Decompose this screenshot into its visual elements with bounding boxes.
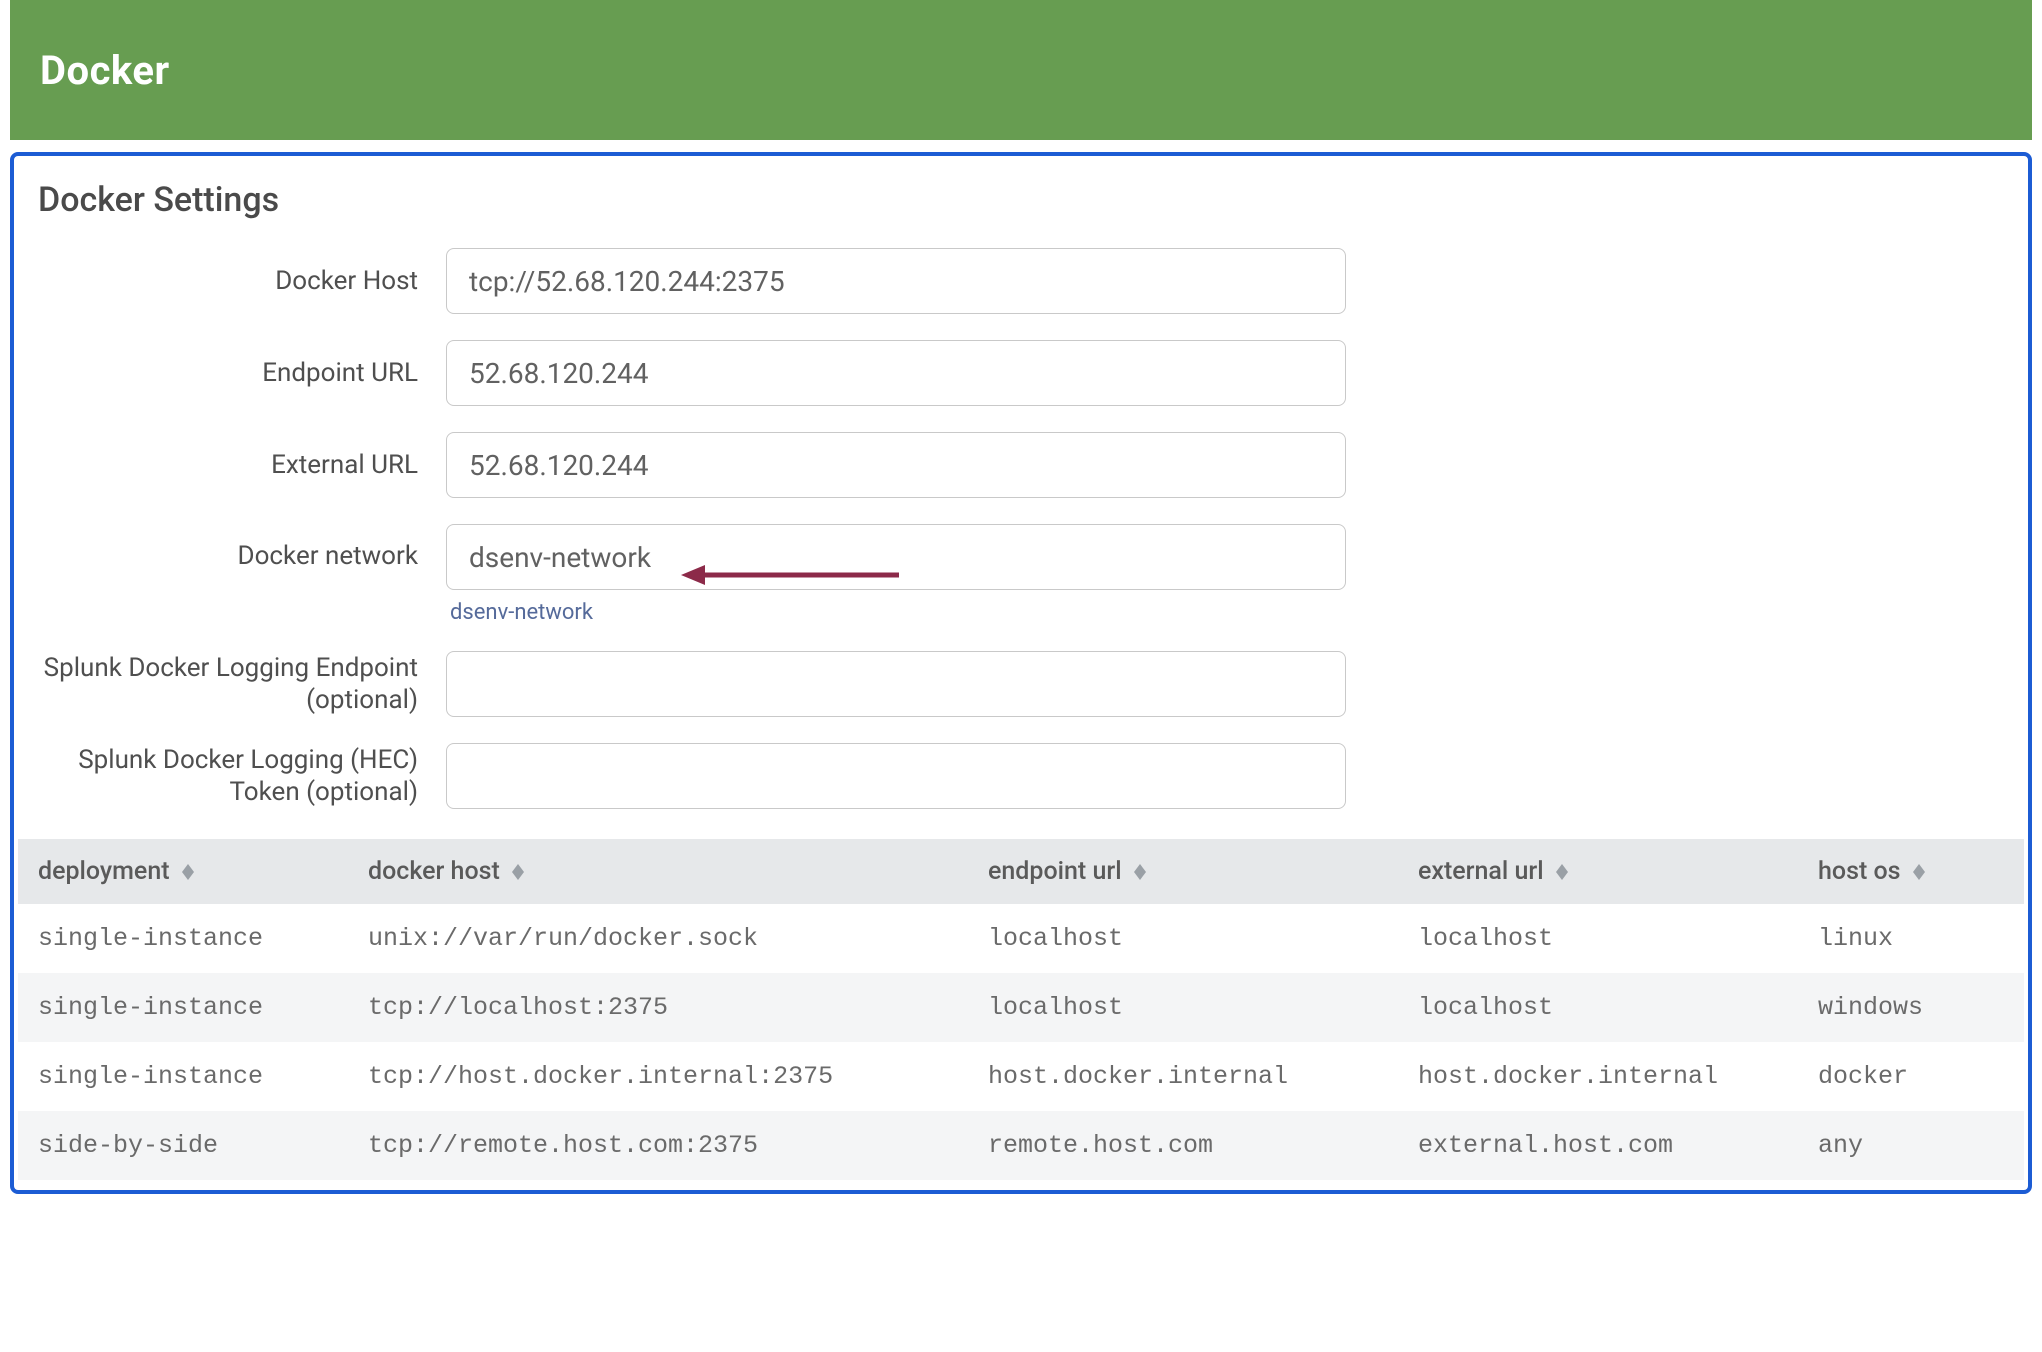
cell-deployment: single-instance <box>18 904 348 973</box>
col-header-deployment[interactable]: deployment <box>18 839 348 904</box>
table-row[interactable]: single-instance tcp://localhost:2375 loc… <box>18 973 2024 1042</box>
external-url-input[interactable] <box>446 432 1346 498</box>
table-row[interactable]: side-by-side tcp://remote.host.com:2375 … <box>18 1111 2024 1180</box>
cell-host-os: any <box>1798 1111 2024 1180</box>
field-label: Docker Host <box>38 265 446 298</box>
page-header: Docker <box>10 0 2032 140</box>
field-splunk-endpoint-row: Splunk Docker Logging Endpoint (optional… <box>38 651 2024 717</box>
field-docker-host-row: Docker Host <box>38 248 2024 314</box>
col-header-label: host os <box>1818 857 1901 886</box>
field-docker-network-row: Docker network dsenv-network <box>38 524 2024 625</box>
cell-external: host.docker.internal <box>1398 1042 1798 1111</box>
field-label: Splunk Docker Logging (HEC) Token (optio… <box>38 744 446 809</box>
cell-docker-host: tcp://host.docker.internal:2375 <box>348 1042 968 1111</box>
col-header-label: endpoint url <box>988 857 1122 886</box>
deployments-table: deployment docker host <box>18 839 2024 1180</box>
cell-docker-host: tcp://localhost:2375 <box>348 973 968 1042</box>
col-header-endpoint[interactable]: endpoint url <box>968 839 1398 904</box>
cell-external: localhost <box>1398 904 1798 973</box>
field-endpoint-url-row: Endpoint URL <box>38 340 2024 406</box>
cell-endpoint: host.docker.internal <box>968 1042 1398 1111</box>
col-header-docker-host[interactable]: docker host <box>348 839 968 904</box>
sort-icon <box>1913 864 1925 880</box>
col-header-label: deployment <box>38 857 170 886</box>
cell-deployment: single-instance <box>18 973 348 1042</box>
endpoint-url-input[interactable] <box>446 340 1346 406</box>
field-label: Endpoint URL <box>38 357 446 390</box>
col-header-host-os[interactable]: host os <box>1798 839 2024 904</box>
cell-deployment: side-by-side <box>18 1111 348 1180</box>
sort-icon <box>182 864 194 880</box>
table-row[interactable]: single-instance tcp://host.docker.intern… <box>18 1042 2024 1111</box>
table-row[interactable]: single-instance unix://var/run/docker.so… <box>18 904 2024 973</box>
docker-settings-form: Docker Host Endpoint URL External URL Do… <box>38 248 2024 809</box>
cell-endpoint: remote.host.com <box>968 1111 1398 1180</box>
field-splunk-token-row: Splunk Docker Logging (HEC) Token (optio… <box>38 743 2024 809</box>
cell-host-os: docker <box>1798 1042 2024 1111</box>
cell-endpoint: localhost <box>968 973 1398 1042</box>
cell-host-os: linux <box>1798 904 2024 973</box>
cell-docker-host: tcp://remote.host.com:2375 <box>348 1111 968 1180</box>
splunk-endpoint-input[interactable] <box>446 651 1346 717</box>
docker-settings-panel: Docker Settings Docker Host Endpoint URL… <box>10 152 2032 1194</box>
table-header-row: deployment docker host <box>18 839 2024 904</box>
cell-deployment: single-instance <box>18 1042 348 1111</box>
sort-icon <box>512 864 524 880</box>
col-header-external[interactable]: external url <box>1398 839 1798 904</box>
field-label: Splunk Docker Logging Endpoint (optional… <box>38 652 446 717</box>
page-title: Docker <box>40 47 170 94</box>
sort-icon <box>1556 864 1568 880</box>
cell-docker-host: unix://var/run/docker.sock <box>348 904 968 973</box>
panel-title: Docker Settings <box>38 180 2024 220</box>
col-header-label: external url <box>1418 857 1544 886</box>
docker-network-input[interactable] <box>446 524 1346 590</box>
docker-host-input[interactable] <box>446 248 1346 314</box>
docker-network-hint[interactable]: dsenv-network <box>450 600 1346 625</box>
cell-endpoint: localhost <box>968 904 1398 973</box>
splunk-token-input[interactable] <box>446 743 1346 809</box>
col-header-label: docker host <box>368 857 500 886</box>
field-external-url-row: External URL <box>38 432 2024 498</box>
sort-icon <box>1134 864 1146 880</box>
cell-external: external.host.com <box>1398 1111 1798 1180</box>
field-label: Docker network <box>38 524 446 573</box>
cell-external: localhost <box>1398 973 1798 1042</box>
cell-host-os: windows <box>1798 973 2024 1042</box>
field-label: External URL <box>38 449 446 482</box>
